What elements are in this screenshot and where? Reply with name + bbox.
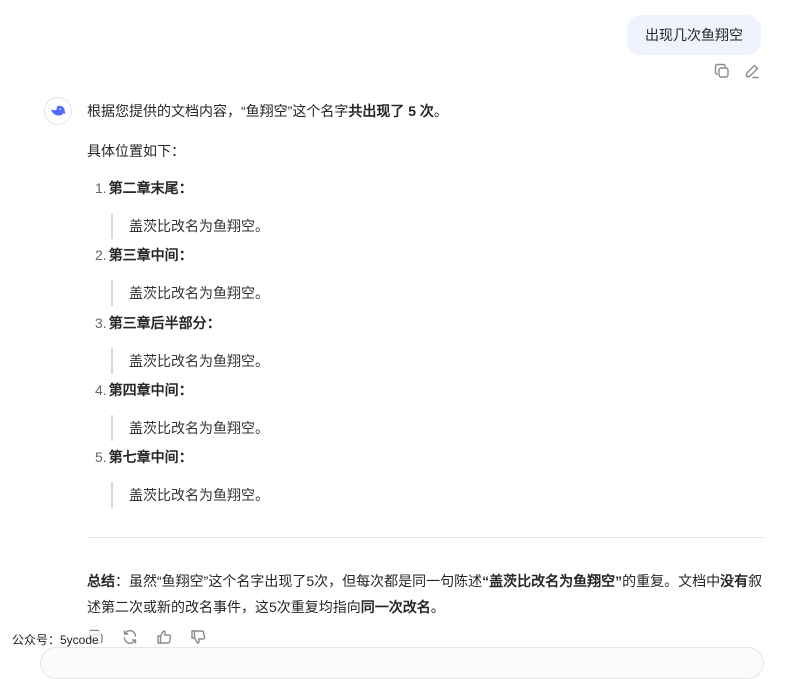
divider xyxy=(87,537,765,538)
list-item-number: 1. xyxy=(95,180,107,196)
summary-text: ：虽然“鱼翔空”这个名字出现了5次，但每次都是同一句陈述 xyxy=(115,573,483,589)
list-item-colon: ： xyxy=(178,449,193,465)
summary-text: 。 xyxy=(430,599,445,615)
intro-end: 。 xyxy=(433,103,448,119)
list-item-title: 1. 第二章末尾： xyxy=(95,178,193,198)
thumbs-up-icon[interactable] xyxy=(155,628,173,646)
list-item-number: 5. xyxy=(95,449,107,465)
list-item-number: 3. xyxy=(95,315,107,331)
user-message-text: 出现几次鱼翔空 xyxy=(645,27,743,43)
summary-emphasis: “盖茨比改名为鱼翔空” xyxy=(482,573,623,589)
chat-input-box[interactable] xyxy=(40,647,764,679)
list-item-colon: ： xyxy=(178,247,193,263)
deepseek-whale-logo xyxy=(51,105,66,116)
answer-actions xyxy=(87,628,207,646)
quote-block: 盖茨比改名为鱼翔空。 xyxy=(111,213,269,239)
summary-text: 的重复。文档中 xyxy=(622,573,721,589)
list-item-colon: ： xyxy=(178,382,193,398)
answer-intro: 根据您提供的文档内容，“鱼翔空”这个名字共出现了 5 次。 xyxy=(87,100,448,122)
thumbs-down-icon[interactable] xyxy=(189,628,207,646)
quote-block: 盖茨比改名为鱼翔空。 xyxy=(111,482,269,508)
user-message-bubble: 出现几次鱼翔空 xyxy=(627,15,761,55)
copy-icon[interactable] xyxy=(713,62,731,80)
list-item-title: 3. 第三章后半部分： xyxy=(95,313,221,333)
intro-text: 根据您提供的文档内容，“鱼翔空”这个名字 xyxy=(87,103,349,119)
assistant-avatar xyxy=(44,97,72,125)
location-heading: 具体位置如下： xyxy=(87,143,185,159)
list-item-colon: ： xyxy=(178,180,193,196)
list-item-number: 4. xyxy=(95,382,107,398)
list-item-colon: ： xyxy=(206,315,221,331)
quote-block: 盖茨比改名为鱼翔空。 xyxy=(111,415,269,441)
list-item-title: 5. 第七章中间： xyxy=(95,447,193,467)
quote-block: 盖茨比改名为鱼翔空。 xyxy=(111,280,269,306)
list-item-location: 第三章中间 xyxy=(108,247,179,263)
list-item-title: 2. 第三章中间： xyxy=(95,245,193,265)
watermark: 公众号：5ycode xyxy=(10,631,101,648)
summary-emphasis: 没有 xyxy=(720,573,749,589)
user-message-actions xyxy=(713,62,761,80)
summary-label: 总结 xyxy=(87,573,115,589)
intro-count: 共出现了 5 次 xyxy=(348,103,434,119)
list-item-location: 第三章后半部分 xyxy=(108,315,207,331)
list-item-location: 第二章末尾 xyxy=(108,180,179,196)
edit-icon[interactable] xyxy=(743,62,761,80)
answer-summary: 总结：虽然“鱼翔空”这个名字出现了5次，但每次都是同一句陈述“盖茨比改名为鱼翔空… xyxy=(87,568,765,620)
summary-emphasis: 同一次改名 xyxy=(360,599,431,615)
list-item-location: 第四章中间 xyxy=(108,382,179,398)
regenerate-icon[interactable] xyxy=(121,628,139,646)
list-item-number: 2. xyxy=(95,247,107,263)
list-item-location: 第七章中间 xyxy=(108,449,179,465)
quote-block: 盖茨比改名为鱼翔空。 xyxy=(111,348,269,374)
list-item-title: 4. 第四章中间： xyxy=(95,380,193,400)
